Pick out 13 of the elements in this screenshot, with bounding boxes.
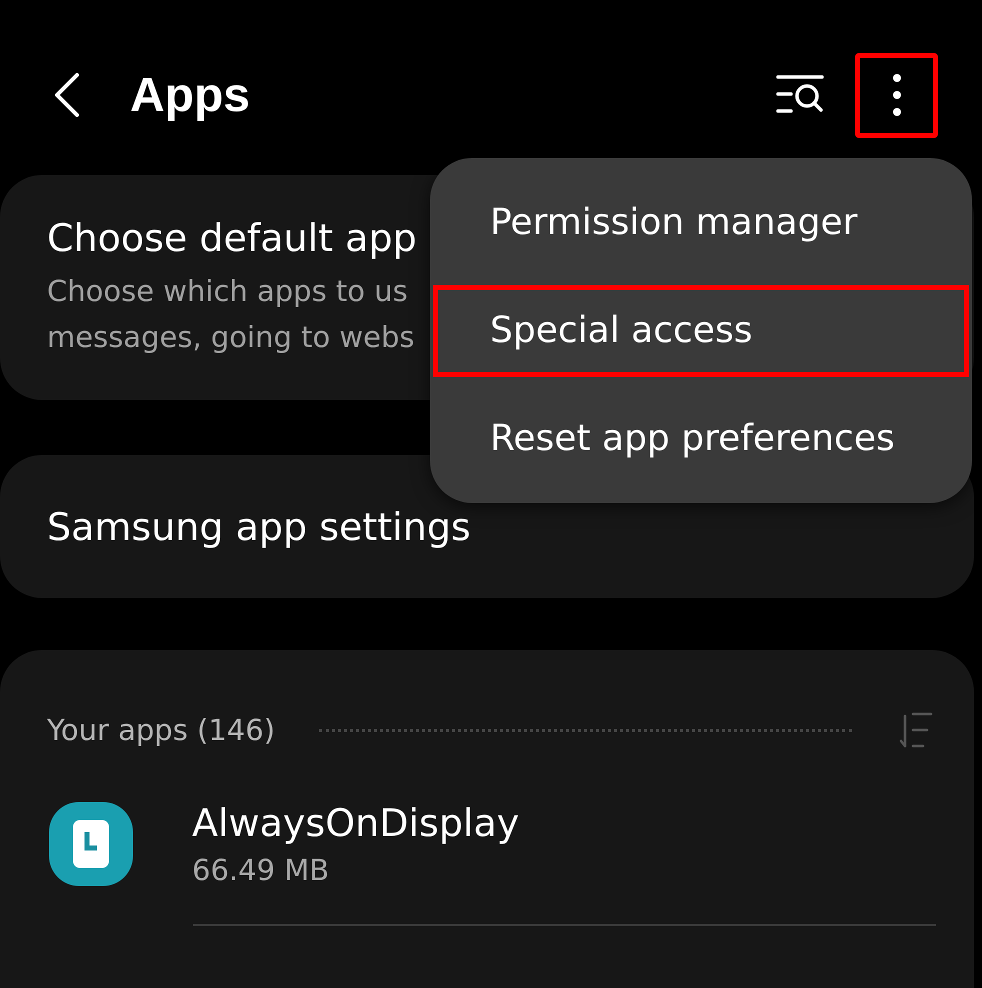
card-title: Choose default app — [47, 216, 417, 260]
more-options-button[interactable] — [855, 52, 938, 138]
app-list-item[interactable]: AlwaysOnDisplay 66.49 MB — [47, 800, 936, 888]
screen-title: Apps — [130, 68, 250, 122]
app-name: AlwaysOnDisplay — [192, 801, 520, 845]
card-description: Choose which apps to us — [47, 272, 408, 310]
menu-item[interactable]: Permission manager — [433, 176, 969, 268]
menu-item[interactable]: Special access — [433, 284, 969, 376]
card-description: messages, going to webs — [47, 318, 414, 356]
card-title: Samsung app settings — [47, 504, 471, 548]
app-size: 66.49 MB — [192, 853, 330, 887]
more-icon — [892, 73, 902, 117]
section-heading: Your apps (146) — [47, 713, 276, 747]
